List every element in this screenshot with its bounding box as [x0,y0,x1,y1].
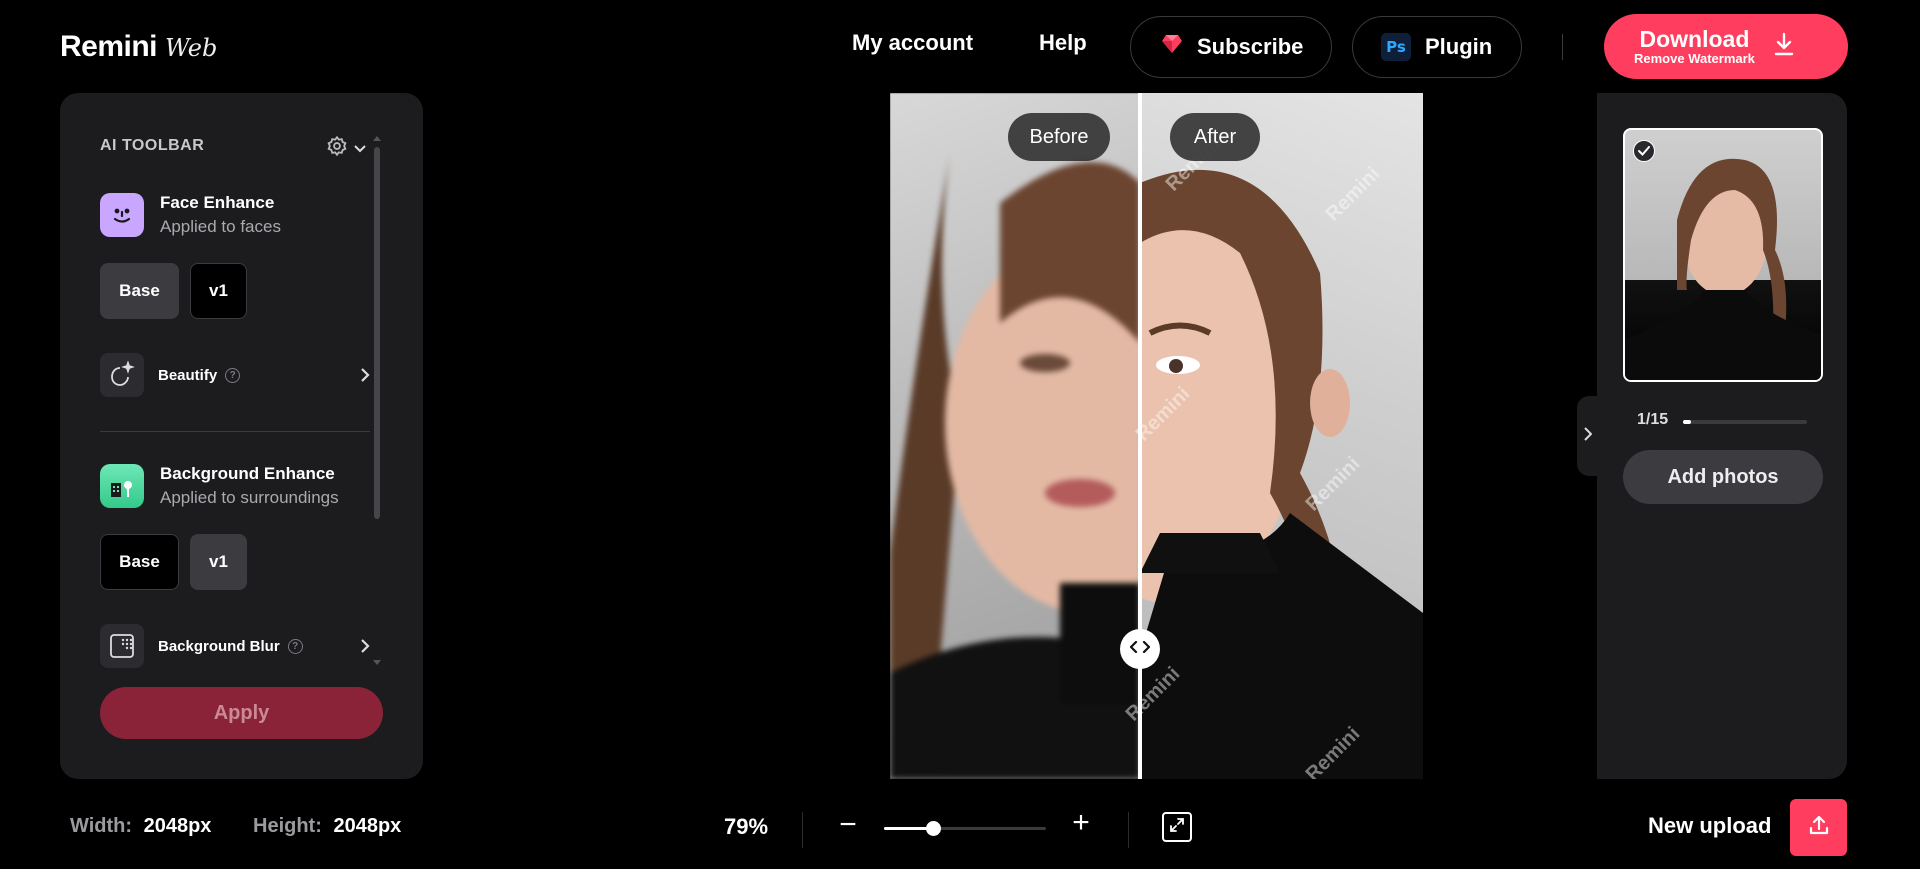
height-readout: Height: 2048px [253,815,401,838]
background-version-base[interactable]: Base [100,534,179,590]
chevron-right-icon [360,367,370,388]
chevron-down-icon [354,140,366,158]
background-blur-info-icon[interactable]: ? [287,638,303,654]
chevron-right-icon [360,638,370,659]
photo-progress-fill [1683,420,1692,424]
ai-toolbar-panel: AI TOOLBAR Face Enhance Applied to faces… [60,93,423,779]
download-button[interactable]: Download Remove Watermark [1604,14,1848,79]
apply-button[interactable]: Apply [100,687,383,739]
logo-main-text: Remini [60,30,158,63]
background-version-v1[interactable]: v1 [190,534,247,590]
add-photos-button[interactable]: Add photos [1623,450,1823,504]
zoom-in-button[interactable]: + [1068,806,1094,840]
zoom-slider-knob[interactable] [925,821,941,836]
logo-sub-text: Web [165,34,218,62]
beautify-label: Beautify [158,366,218,384]
download-icon [1773,32,1795,61]
new-upload-label[interactable]: New upload [1648,813,1771,839]
photo-progress-bar [1683,420,1807,424]
plugin-label: Plugin [1425,34,1493,59]
download-sublabel: Remove Watermark [1634,50,1755,66]
chevrons-horizontal-icon [1129,640,1151,658]
width-label: Width: [70,815,133,837]
header-divider [1562,34,1563,60]
face-enhance-header: Face Enhance Applied to faces [100,193,281,237]
beautify-info-icon[interactable]: ? [225,367,241,383]
face-enhance-title: Face Enhance [160,193,275,212]
face-version-v1[interactable]: v1 [190,263,247,319]
after-image: Remini Remini Remini Remini Remini Remin… [1122,93,1423,779]
after-label: After [1170,113,1260,161]
gear-icon [326,135,348,162]
download-label: Download [1639,25,1750,52]
plugin-button[interactable]: Ps Plugin [1352,16,1522,78]
chevron-right-icon [1584,426,1593,446]
background-enhance-header: Background Enhance Applied to surroundin… [100,464,339,508]
background-blur-icon [100,624,144,668]
background-blur-label: Background Blur [158,637,280,655]
face-enhance-subtitle: Applied to faces [160,217,281,236]
expand-icon [1169,817,1185,838]
scroll-down-arrow[interactable] [373,660,381,665]
upload-button[interactable] [1790,799,1847,856]
toolbar-settings-button[interactable] [326,135,366,162]
height-value: 2048px [333,815,402,837]
before-label: Before [1008,113,1110,161]
before-image [890,93,1140,779]
background-enhance-subtitle: Applied to surroundings [160,488,339,507]
gem-icon [1161,34,1183,60]
upload-icon [1808,814,1830,841]
footer-divider [802,812,803,848]
photo-thumbnail[interactable] [1623,128,1823,382]
split-divider[interactable] [1138,93,1142,779]
subscribe-label: Subscribe [1197,34,1304,59]
zoom-out-button[interactable]: − [836,808,860,842]
split-handle[interactable] [1120,629,1160,669]
fit-screen-button[interactable] [1162,812,1192,842]
width-readout: Width: 2048px [70,815,211,838]
help-link[interactable]: Help [1039,30,1087,56]
zoom-slider[interactable] [884,821,1046,836]
height-label: Height: [253,815,322,837]
subscribe-button[interactable]: Subscribe [1130,16,1332,78]
face-smile-icon [100,193,144,237]
right-panel-toggle[interactable] [1577,396,1599,476]
photos-panel: 1/15 Add photos [1597,93,1847,779]
beautify-icon [100,353,144,397]
scroll-up-arrow[interactable] [373,136,381,141]
toolbar-scrollbar[interactable] [374,147,380,519]
check-icon [1633,140,1655,162]
photo-counter: 1/15 [1637,411,1669,428]
app-logo[interactable]: Remini Web [60,30,217,64]
section-divider [100,431,370,432]
zoom-level: 79% [724,814,769,839]
photoshop-icon: Ps [1381,33,1411,61]
width-value: 2048px [143,815,212,837]
toolbar-title: AI TOOLBAR [100,137,205,154]
background-enhance-title: Background Enhance [160,464,335,483]
before-after-viewer[interactable]: Remini Remini Remini Remini Remini Remin… [890,93,1423,779]
background-blur-row[interactable]: Background Blur ? [100,624,370,668]
buildings-icon [100,464,144,508]
footer-divider [1128,812,1129,848]
my-account-link[interactable]: My account [852,30,973,56]
face-version-base[interactable]: Base [100,263,179,319]
beautify-row[interactable]: Beautify ? [100,353,370,397]
